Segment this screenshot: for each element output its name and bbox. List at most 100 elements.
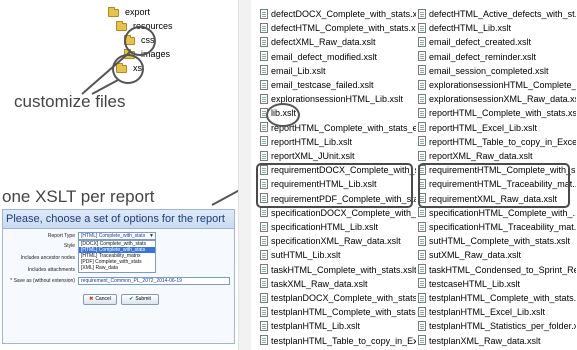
file-name: explorationsessionHTML_Lib.xslt: [271, 94, 404, 105]
file-name: reportHTML_Lib.xslt: [271, 136, 353, 147]
file-item[interactable]: email_defect_created.xslt: [418, 35, 576, 49]
tree-item-label: export: [125, 7, 151, 17]
file-name: reportHTML_Complete_with_stats.xslt: [429, 108, 576, 119]
requirement-files-highlight-right: [418, 163, 570, 208]
xslt-file-icon: [418, 22, 426, 33]
file-name: testplanXML_Raw_data.xslt: [429, 335, 541, 346]
check-icon: ✔: [129, 296, 134, 302]
file-item[interactable]: specificationXML_Raw_data.xslt: [260, 234, 416, 248]
xslt-file-icon: [260, 136, 268, 147]
file-name: testcaseHTML_Lib.xslt: [429, 278, 521, 289]
file-item[interactable]: testplanXML_Raw_data.xslt: [418, 334, 576, 348]
file-item[interactable]: specificationHTML_Lib.xslt: [260, 220, 416, 234]
submit-label: Submit: [135, 296, 151, 302]
css-highlight-circle: [124, 26, 156, 56]
save-as-label: * Save as (without extension): [10, 278, 75, 284]
file-item[interactable]: email_Lib.xslt: [260, 64, 416, 78]
file-item[interactable]: sutHTML_Complete_with_stats.xslt: [418, 234, 576, 248]
xslt-file-icon: [418, 122, 426, 133]
file-name: specificationDOCX_Complete_with_...: [271, 207, 416, 218]
file-item[interactable]: testplanHTML_Complete_with_stats...: [260, 305, 416, 319]
file-item[interactable]: defectHTML_Active_defects_with_st...: [418, 7, 576, 21]
xslt-file-icon: [260, 221, 268, 232]
xslt-file-icon: [418, 150, 426, 161]
file-item[interactable]: taskHTML_Complete_with_stats.xslt: [260, 263, 416, 277]
file-item[interactable]: explorationsessionXML_Raw_data.xslt: [418, 92, 576, 106]
file-item[interactable]: defectHTML_Lib.xslt: [418, 21, 576, 35]
xslt-file-icon: [260, 51, 268, 62]
one-xslt-annotation: one XSLT per report: [2, 187, 155, 206]
dropdown-option[interactable]: [XML] Raw_data: [79, 265, 155, 271]
xslt-file-icon: [418, 51, 426, 62]
file-name: defectDOCX_Complete_with_stats.xslt: [271, 9, 416, 19]
file-item[interactable]: testplanHTML_Table_to_copy_in_Exc...: [260, 334, 416, 348]
file-item[interactable]: email_defect_modified.xslt: [260, 50, 416, 64]
xslt-file-icon: [260, 335, 268, 346]
file-name: reportHTML_Excel_Lib.xslt: [429, 122, 538, 133]
file-item[interactable]: testplanHTML_Lib.xslt: [260, 319, 416, 333]
file-item[interactable]: email_session_completed.xslt: [418, 64, 576, 78]
file-item[interactable]: explorationsessionHTML_Complete_...: [418, 78, 576, 92]
file-item[interactable]: testplanDOCX_Complete_with_stats...: [260, 291, 416, 305]
file-name: sutXML_Raw_data.xslt: [429, 250, 522, 261]
file-name: email_defect_reminder.xslt: [429, 51, 537, 62]
file-item[interactable]: testplanHTML_Complete_with_stats...: [418, 291, 576, 305]
file-item[interactable]: email_testcase_failed.xslt: [260, 78, 416, 92]
file-name: defectHTML_Lib.xslt: [429, 23, 512, 34]
file-name: testplanHTML_Lib.xslt: [271, 321, 361, 332]
close-icon: ✖: [89, 296, 94, 302]
report-type-label: Report Type: [47, 233, 75, 239]
report-type-value: [HTML] Complete_with_stats: [81, 233, 146, 239]
report-type-select[interactable]: [HTML] Complete_with_stats ▼: [78, 232, 156, 240]
file-item[interactable]: defectDOCX_Complete_with_stats.xslt: [260, 7, 416, 21]
file-item[interactable]: taskHTML_Condensed_to_Sprint_Re...: [418, 263, 576, 277]
file-item[interactable]: reportXML_JUnit.xslt: [260, 149, 416, 163]
xslt-file-icon: [418, 207, 426, 218]
file-item[interactable]: reportXML_Raw_data.xslt: [418, 149, 576, 163]
xslt-file-icon: [418, 278, 426, 289]
file-item[interactable]: defectHTML_Complete_with_stats.xslt: [260, 21, 416, 35]
file-item[interactable]: specificationHTML_Traceability_mat...: [418, 220, 576, 234]
cancel-label: Cancel: [95, 296, 111, 302]
file-name: reportHTML_Table_to_copy_in_Excel...: [429, 136, 576, 147]
file-item[interactable]: testplanHTML_Excel_Lib.xslt: [418, 305, 576, 319]
xslt-file-icon: [260, 207, 268, 218]
file-name: specificationHTML_Complete_with_...: [429, 207, 576, 218]
file-item[interactable]: taskXML_Raw_data.xslt: [260, 277, 416, 291]
submit-button[interactable]: ✔ Submit: [121, 294, 159, 305]
file-item[interactable]: defectXML_Raw_data.xslt: [260, 35, 416, 49]
xsl-highlight-circle: [112, 54, 144, 84]
file-item[interactable]: sutHTML_Lib.xslt: [260, 248, 416, 262]
pane-splitter[interactable]: [238, 0, 251, 350]
file-item[interactable]: testplanHTML_Statistics_per_folder.x...: [418, 319, 576, 333]
file-name: defectHTML_Complete_with_stats.xslt: [271, 23, 416, 34]
xslt-file-icon: [418, 108, 426, 119]
file-name: defectHTML_Active_defects_with_st...: [429, 9, 576, 19]
report-type-dropdown[interactable]: [DOCX] Complete_with_stats [HTML] Comple…: [78, 240, 156, 273]
include-ancestor-label: Includes ancestor nodes: [20, 255, 75, 261]
tree-item-export[interactable]: export: [108, 6, 150, 18]
xslt-file-icon: [418, 306, 426, 317]
cancel-button[interactable]: ✖ Cancel: [83, 294, 117, 305]
xslt-file-icon: [260, 235, 268, 246]
xslt-file-icon: [260, 250, 268, 261]
xslt-file-icon: [418, 250, 426, 261]
file-item[interactable]: reportHTML_Table_to_copy_in_Excel...: [418, 135, 576, 149]
file-item[interactable]: testcaseHTML_Lib.xslt: [418, 277, 576, 291]
file-name: email_session_completed.xslt: [429, 65, 549, 76]
file-item[interactable]: email_defect_reminder.xslt: [418, 50, 576, 64]
file-item[interactable]: reportHTML_Lib.xslt: [260, 135, 416, 149]
file-name: defectXML_Raw_data.xslt: [271, 37, 376, 48]
save-as-input[interactable]: requirement_Common_PL_2072_2014-06-19: [78, 277, 230, 285]
xslt-file-icon: [260, 264, 268, 275]
file-name: sutHTML_Lib.xslt: [271, 250, 341, 261]
file-item[interactable]: sutXML_Raw_data.xslt: [418, 248, 576, 262]
file-name: explorationsessionHTML_Complete_...: [429, 80, 576, 90]
file-name: reportXML_JUnit.xslt: [271, 151, 355, 161]
file-name: testplanHTML_Excel_Lib.xslt: [429, 307, 546, 318]
file-item[interactable]: reportHTML_Complete_with_stats.xslt: [418, 106, 576, 120]
file-name: email_Lib.xslt: [271, 65, 326, 76]
xslt-file-icon: [260, 65, 268, 76]
xslt-file-icon: [260, 79, 268, 90]
file-item[interactable]: reportHTML_Excel_Lib.xslt: [418, 121, 576, 135]
